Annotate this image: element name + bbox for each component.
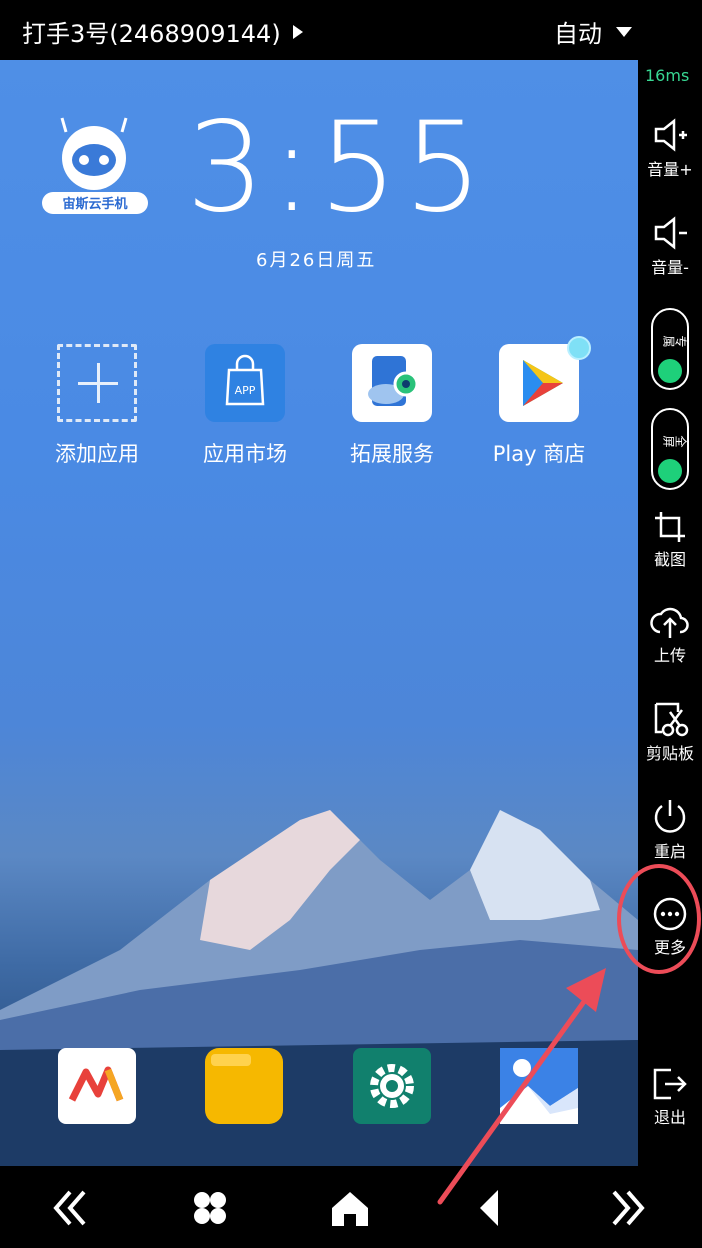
extension-service-icon[interactable]: [352, 344, 432, 422]
clipboard-button[interactable]: 剪贴板: [638, 700, 702, 764]
logo-text: 宙斯云手机: [62, 196, 127, 212]
screenshot-label: 截图: [653, 550, 686, 569]
mode-dropdown[interactable]: 自动: [554, 14, 632, 49]
exit-button[interactable]: 退出: [638, 1066, 702, 1128]
volume-up-label: 音量+: [647, 160, 693, 179]
fullscreen-toggle[interactable]: 全屏: [651, 408, 689, 490]
app-add[interactable]: 添加应用: [32, 344, 162, 468]
app-label: Play 商店: [492, 442, 586, 466]
chevrons-left-icon[interactable]: [48, 1186, 92, 1230]
volume-down-label: 音量-: [651, 258, 689, 277]
exclusive-toggle[interactable]: 专属: [651, 308, 689, 390]
upload-button[interactable]: 上传: [638, 604, 702, 666]
device-selector[interactable]: 打手3号(2468909144): [22, 14, 303, 49]
top-bar: 打手3号(2468909144) 自动: [0, 0, 702, 60]
volume-up-button[interactable]: 音量+: [638, 116, 702, 180]
app-market[interactable]: APP 应用市场: [180, 344, 310, 468]
zeus-phone-logo: 宙斯云手机: [42, 117, 148, 214]
screenshot-button[interactable]: 截图: [638, 510, 702, 570]
notification-badge: [567, 336, 591, 360]
app-play-store[interactable]: Play 商店: [474, 336, 604, 468]
add-app-icon[interactable]: [57, 344, 137, 422]
volume-up-icon[interactable]: [650, 116, 690, 154]
chevrons-right-icon[interactable]: [606, 1186, 650, 1230]
highlight-circle: [617, 864, 701, 974]
upload-label: 上传: [653, 646, 686, 665]
app-label: 应用市场: [203, 442, 287, 466]
exclusive-toggle-label: 专属: [663, 334, 687, 348]
date: 6月26日周五: [256, 250, 377, 271]
device-title[interactable]: 打手3号(2468909144): [22, 14, 281, 49]
volume-down-button[interactable]: 音量-: [638, 214, 702, 278]
mode-label[interactable]: 自动: [554, 14, 602, 49]
toggle-on-indicator: [658, 359, 682, 383]
app-extension[interactable]: 拓展服务: [327, 344, 457, 468]
clock: 3:55: [186, 96, 489, 240]
triangle-right-icon[interactable]: [292, 24, 303, 39]
app-label: 添加应用: [55, 442, 139, 466]
app-market-icon[interactable]: APP: [205, 344, 285, 422]
toggle-on-indicator: [658, 459, 682, 483]
play-store-icon[interactable]: [499, 336, 591, 422]
restart-label: 重启: [653, 842, 686, 861]
exit-label: 退出: [653, 1108, 686, 1127]
power-icon[interactable]: [651, 798, 689, 836]
restart-button[interactable]: 重启: [638, 798, 702, 862]
scissors-icon[interactable]: [650, 700, 690, 738]
back-icon[interactable]: [468, 1186, 512, 1230]
cloud-upload-icon[interactable]: [650, 604, 690, 640]
crop-icon[interactable]: [653, 510, 687, 544]
yunlian-app-icon[interactable]: [58, 1048, 136, 1124]
phone-screen[interactable]: 宙斯云手机 3:55 6月26日周五 添加应用 APP 应用市场 拓展服务 Pl…: [0, 60, 638, 1166]
clipboard-label: 剪贴板: [645, 744, 694, 763]
latency-indicator: 16ms: [645, 66, 690, 85]
gallery-icon[interactable]: [500, 1048, 578, 1124]
exit-icon[interactable]: [651, 1066, 689, 1102]
fullscreen-toggle-label: 全屏: [663, 434, 687, 448]
home-icon[interactable]: [328, 1186, 372, 1230]
app-label: 拓展服务: [350, 442, 434, 466]
volume-down-icon[interactable]: [650, 214, 690, 252]
settings-icon[interactable]: [353, 1048, 431, 1124]
app-grid-icon[interactable]: [188, 1186, 232, 1230]
app-market-tile-text: APP: [235, 384, 256, 397]
triangle-down-icon[interactable]: [616, 26, 632, 37]
files-icon[interactable]: [205, 1048, 283, 1124]
